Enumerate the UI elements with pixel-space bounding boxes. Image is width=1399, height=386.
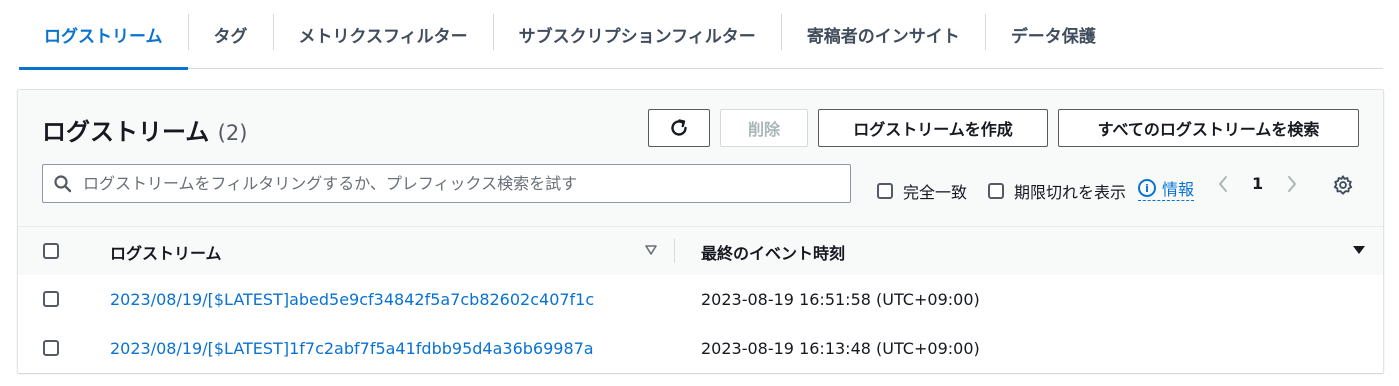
info-link[interactable]: i 情報 — [1138, 176, 1195, 201]
page-number[interactable]: 1 — [1252, 174, 1263, 193]
table-row: 2023/08/19/[$LATEST]1f7c2abf7f5a41fdbb95… — [18, 324, 1383, 373]
search-icon — [54, 174, 72, 192]
table-row: 2023/08/19/[$LATEST]abed5e9cf34842f5a7cb… — [18, 275, 1383, 325]
panel-count: (2) — [217, 121, 248, 145]
tab-metric-filters[interactable]: メトリクスフィルター — [274, 0, 493, 68]
select-all-checkbox[interactable] — [43, 243, 59, 259]
column-divider[interactable] — [674, 239, 675, 263]
table-header: ログストリーム 最終のイベント時刻 — [18, 226, 1383, 276]
previous-page-icon[interactable] — [1215, 172, 1231, 196]
exact-match-checkbox[interactable] — [877, 183, 893, 199]
last-event-time: 2023-08-19 16:13:48 (UTC+09:00) — [701, 339, 980, 358]
refresh-button[interactable] — [648, 109, 710, 147]
sort-descending-icon[interactable] — [1352, 244, 1366, 256]
delete-button[interactable]: 削除 — [720, 109, 808, 147]
show-expired-option[interactable]: 期限切れを表示 — [988, 179, 1126, 203]
tab-bar: ログストリーム タグ メトリクスフィルター サブスクリプションフィルター 寄稿者… — [19, 0, 1383, 70]
log-streams-panel: ログストリーム (2) 削除 ログストリームを作成 すべてのログストリームを検索… — [17, 89, 1384, 373]
exact-match-label: 完全一致 — [903, 183, 968, 202]
log-stream-link[interactable]: 2023/08/19/[$LATEST]1f7c2abf7f5a41fdbb95… — [110, 339, 594, 358]
column-header-log-stream[interactable]: ログストリーム — [110, 240, 222, 264]
show-expired-label: 期限切れを表示 — [1014, 183, 1127, 202]
panel-title-text: ログストリーム — [42, 118, 210, 146]
next-page-icon[interactable] — [1284, 172, 1300, 196]
row-select-checkbox[interactable] — [43, 291, 59, 307]
create-log-stream-button[interactable]: ログストリームを作成 — [818, 109, 1048, 147]
column-header-last-event-time[interactable]: 最終のイベント時刻 — [701, 240, 845, 264]
info-label: 情報 — [1162, 180, 1195, 199]
tab-log-streams[interactable]: ログストリーム — [19, 0, 188, 70]
sort-indicator-icon[interactable] — [644, 244, 658, 256]
show-expired-checkbox[interactable] — [988, 183, 1004, 199]
refresh-icon — [671, 119, 687, 136]
tab-subscription-filters[interactable]: サブスクリプションフィルター — [494, 0, 781, 68]
row-select-checkbox[interactable] — [43, 340, 59, 356]
filter-search-box[interactable] — [42, 164, 851, 203]
tab-data-protection[interactable]: データ保護 — [986, 0, 1121, 68]
panel-title: ログストリーム (2) — [42, 112, 247, 147]
tab-tags[interactable]: タグ — [189, 0, 273, 68]
search-all-log-streams-button[interactable]: すべてのログストリームを検索 — [1058, 109, 1359, 147]
exact-match-option[interactable]: 完全一致 — [877, 179, 967, 203]
info-icon: i — [1138, 179, 1156, 197]
filter-search-input[interactable] — [83, 174, 850, 193]
last-event-time: 2023-08-19 16:51:58 (UTC+09:00) — [701, 290, 980, 309]
log-stream-link[interactable]: 2023/08/19/[$LATEST]abed5e9cf34842f5a7cb… — [110, 290, 594, 309]
tab-contributor-insights[interactable]: 寄稿者のインサイト — [782, 0, 985, 68]
settings-gear-icon[interactable] — [1332, 174, 1354, 196]
